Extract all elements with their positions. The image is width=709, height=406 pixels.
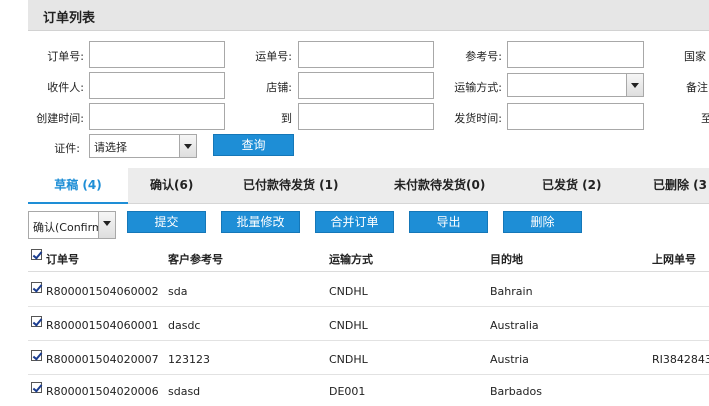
customer-ref-cell: sdasd: [168, 385, 201, 398]
tab-confirmed[interactable]: 确认(6): [150, 168, 193, 204]
status-tabs: 草稿 (4) 确认(6) 已付款待发货 (1) 未付款待发货(0) 已发货 (2…: [28, 168, 709, 204]
column-order-no: 订单号: [46, 253, 79, 266]
remark-label: 备注: [686, 81, 708, 94]
order-no-cell: R800001504020007: [46, 353, 159, 366]
batch-action-select[interactable]: 确认(Confirm: [28, 211, 116, 239]
row-checkbox[interactable]: [31, 350, 42, 361]
tab-draft[interactable]: 草稿 (4): [28, 168, 128, 204]
country-label: 国家: [684, 50, 706, 63]
waybill-no-input[interactable]: [298, 41, 434, 68]
customer-ref-cell: dasdc: [168, 319, 201, 332]
ship-time-to-label: 至: [701, 112, 709, 125]
order-no-input[interactable]: [89, 41, 225, 68]
export-button[interactable]: 导出: [409, 211, 488, 233]
shipping-method-select[interactable]: [507, 73, 644, 97]
tab-shipped[interactable]: 已发货 (2): [542, 168, 602, 204]
order-no-cell: R800001504060002: [46, 285, 159, 298]
order-no-label: 订单号:: [47, 50, 84, 63]
row-checkbox[interactable]: [31, 316, 42, 327]
chevron-down-icon: [626, 74, 643, 96]
shipping-method-label: 运输方式:: [454, 81, 502, 94]
created-time-start-input[interactable]: [89, 103, 225, 130]
row-checkbox[interactable]: [31, 282, 42, 293]
column-tracking-no: 上网单号: [652, 253, 696, 266]
document-select[interactable]: 请选择: [89, 134, 197, 158]
store-label: 店铺:: [266, 81, 292, 94]
reference-no-input[interactable]: [507, 41, 644, 68]
tab-deleted[interactable]: 已删除 (3: [653, 168, 707, 204]
page-title: 订单列表: [43, 11, 96, 26]
table-row[interactable]: R800001504020006 sdasd DE001 Barbados: [28, 375, 709, 406]
shipping-method-cell: DE001: [329, 385, 366, 398]
column-shipping-method: 运输方式: [329, 253, 373, 266]
table-row[interactable]: R800001504060001 dasdc CNDHL Australia: [28, 307, 709, 341]
destination-cell: Australia: [490, 319, 539, 332]
destination-cell: Austria: [490, 353, 529, 366]
destination-cell: Barbados: [490, 385, 542, 398]
batch-action-value: 确认(Confirm: [33, 221, 103, 234]
waybill-no-label: 运单号:: [255, 50, 292, 63]
ship-time-start-input[interactable]: [507, 103, 644, 130]
page-header: 订单列表: [28, 0, 709, 31]
table-row[interactable]: R800001504020007 123123 CNDHL Austria RI…: [28, 341, 709, 375]
table-header: 订单号 客户参考号 运输方式 目的地 上网单号: [28, 244, 709, 272]
chevron-down-icon: [98, 212, 115, 238]
table-row[interactable]: R800001504060002 sda CNDHL Bahrain: [28, 273, 709, 307]
customer-ref-cell: sda: [168, 285, 188, 298]
tracking-no-cell: RI38428433: [652, 353, 709, 366]
shipping-method-cell: CNDHL: [329, 319, 368, 332]
to-label: 到: [281, 112, 292, 125]
query-button[interactable]: 查询: [213, 134, 294, 156]
submit-button[interactable]: 提交: [127, 211, 206, 233]
shipping-method-cell: CNDHL: [329, 353, 368, 366]
chevron-down-icon: [179, 135, 196, 157]
delete-button[interactable]: 删除: [503, 211, 582, 233]
destination-cell: Bahrain: [490, 285, 533, 298]
recipient-input[interactable]: [89, 72, 225, 99]
select-all-checkbox[interactable]: [31, 249, 42, 260]
tab-unpaid-pending[interactable]: 未付款待发货(0): [394, 168, 485, 204]
created-time-end-input[interactable]: [298, 103, 434, 130]
created-time-label: 创建时间:: [36, 112, 84, 125]
customer-ref-cell: 123123: [168, 353, 210, 366]
column-customer-ref: 客户参考号: [168, 253, 223, 266]
merge-orders-button[interactable]: 合并订单: [315, 211, 394, 233]
store-input[interactable]: [298, 72, 434, 99]
order-no-cell: R800001504020006: [46, 385, 159, 398]
order-no-cell: R800001504060001: [46, 319, 159, 332]
reference-no-label: 参考号:: [465, 50, 502, 63]
ship-time-label: 发货时间:: [454, 112, 502, 125]
row-checkbox[interactable]: [31, 382, 42, 393]
recipient-label: 收件人:: [47, 81, 84, 94]
shipping-method-cell: CNDHL: [329, 285, 368, 298]
batch-edit-button[interactable]: 批量修改: [221, 211, 300, 233]
tab-paid-pending[interactable]: 已付款待发货 (1): [243, 168, 339, 204]
document-select-value: 请选择: [94, 141, 127, 154]
column-destination: 目的地: [490, 253, 523, 266]
document-label: 证件:: [54, 142, 80, 155]
